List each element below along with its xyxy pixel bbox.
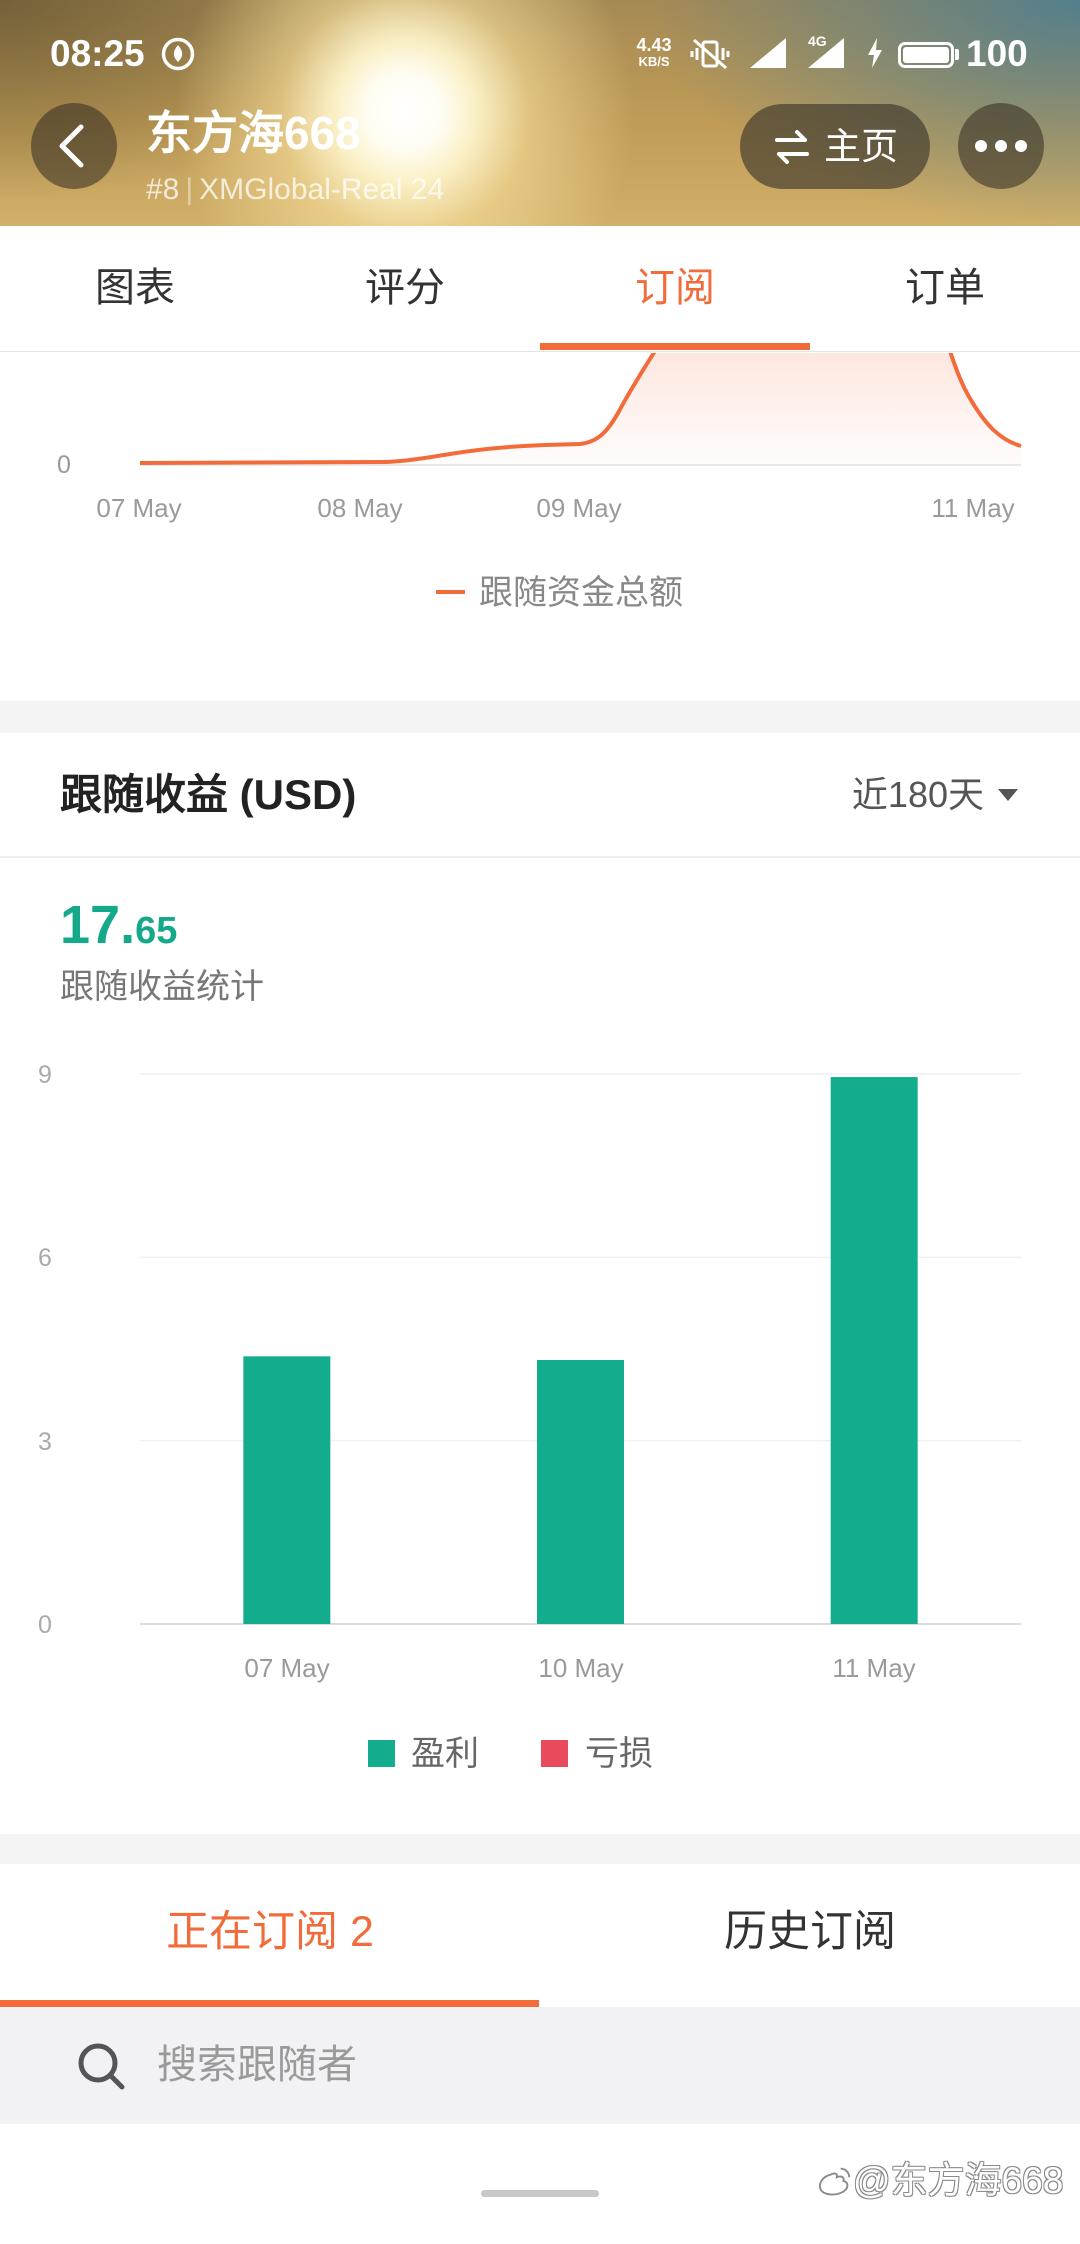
tab-rating[interactable]: 评分 — [270, 226, 540, 351]
weibo-logo-icon — [818, 2167, 851, 2196]
back-button[interactable] — [31, 103, 117, 189]
home-button[interactable]: 主页 — [740, 104, 930, 189]
more-icon — [975, 140, 1027, 152]
trader-name: 东方海668 — [146, 107, 361, 159]
x-tick-label: 09 May — [536, 493, 621, 523]
tab-chart[interactable]: 图表 — [0, 226, 270, 351]
earnings-bar-chart: 9 6 3 0 07 May 10 May 11 May — [38, 1061, 1021, 1683]
section-separator — [0, 1834, 1080, 1864]
home-indicator[interactable] — [481, 2190, 599, 2197]
active-tab-indicator — [0, 2000, 539, 2007]
earnings-header: 跟随收益 (USD) 近180天 — [0, 733, 1080, 858]
earnings-title: 跟随收益 (USD) — [60, 771, 357, 818]
trader-account: XMGlobal-Real 24 — [199, 173, 445, 206]
x-tick-label: 11 May — [931, 493, 1014, 523]
network-speed-unit: KB/S — [638, 54, 670, 69]
status-time: 08:25 — [50, 33, 145, 74]
tab-subscription[interactable]: 订阅 — [540, 226, 810, 351]
legend-label: 跟随资金总额 — [479, 574, 683, 612]
y-tick-label: 0 — [38, 1611, 52, 1639]
battery-nub — [955, 49, 959, 60]
charging-icon — [868, 38, 882, 68]
x-tick-label: 08 May — [317, 493, 402, 523]
y-tick-label: 3 — [38, 1428, 52, 1456]
active-tab-indicator — [540, 343, 810, 350]
tab-active-subscriptions-label: 正在订阅 2 — [166, 1908, 374, 1956]
legend-profit-swatch — [368, 1740, 395, 1767]
trader-subtitle: #8 | XMGlobal-Real 24 — [146, 172, 444, 208]
subtitle-divider: | — [185, 173, 194, 206]
tab-subscription-label: 订阅 — [635, 266, 715, 310]
legend-profit-label: 盈利 — [411, 1735, 479, 1773]
x-tick-label: 07 May — [244, 1653, 329, 1683]
network-type-label: 4G — [808, 33, 827, 49]
profit-bar[interactable] — [243, 1356, 331, 1624]
search-input[interactable] — [157, 2041, 1037, 2089]
more-button[interactable] — [958, 103, 1044, 189]
total-earnings-decimal: 65 — [135, 910, 178, 952]
x-tick-label: 10 May — [538, 1653, 623, 1683]
follow-funds-line-chart: 0 07 May 08 May 09 May 11 May 跟随资金总额 — [57, 353, 1022, 612]
tab-active-subscriptions[interactable]: 正在订阅 2 — [0, 1864, 540, 2007]
tab-orders[interactable]: 订单 — [810, 226, 1080, 351]
total-earnings: 17. 65 — [60, 894, 177, 962]
bar-layer — [243, 1077, 918, 1624]
legend-loss-swatch — [541, 1740, 568, 1767]
search-icon[interactable] — [74, 2039, 128, 2093]
period-selector[interactable]: 近180天 — [852, 773, 984, 817]
legend-loss-label: 亏损 — [585, 1735, 653, 1773]
network-speed: 4.43 KB/S — [630, 36, 678, 69]
chevron-left-icon — [59, 124, 84, 168]
y-tick-label: 6 — [38, 1244, 52, 1272]
follow-funds-area — [140, 353, 1021, 465]
x-tick-label: 11 May — [832, 1653, 915, 1683]
total-earnings-label: 跟随收益统计 — [60, 968, 264, 1006]
signal-icon — [750, 38, 786, 68]
battery-icon — [898, 42, 954, 68]
caret-down-icon[interactable] — [996, 787, 1020, 803]
total-earnings-integer: 17. — [60, 895, 136, 955]
app-notification-icon — [161, 37, 195, 71]
profit-bar[interactable] — [830, 1077, 918, 1624]
vibrate-off-icon — [690, 38, 730, 70]
watermark: @东方海668 — [853, 2160, 1064, 2201]
home-button-label: 主页 — [824, 125, 898, 167]
top-tab-bar: 图表 评分 订阅 订单 — [0, 226, 1080, 352]
tab-history-subscriptions[interactable]: 历史订阅 — [540, 1864, 1080, 2007]
profit-bar[interactable] — [537, 1360, 624, 1624]
section-separator — [0, 701, 1080, 733]
battery-level: 100 — [966, 33, 1028, 74]
trader-rank: #8 — [146, 173, 180, 206]
x-tick-label: 07 May — [96, 493, 181, 523]
network-speed-value: 4.43 — [636, 35, 672, 55]
y-tick-label: 9 — [38, 1061, 52, 1089]
search-bar — [0, 2007, 1080, 2124]
swap-icon — [775, 129, 809, 164]
subscription-tab-bar: 正在订阅 2 历史订阅 — [0, 1864, 1080, 2007]
y-tick-label: 0 — [57, 451, 71, 479]
